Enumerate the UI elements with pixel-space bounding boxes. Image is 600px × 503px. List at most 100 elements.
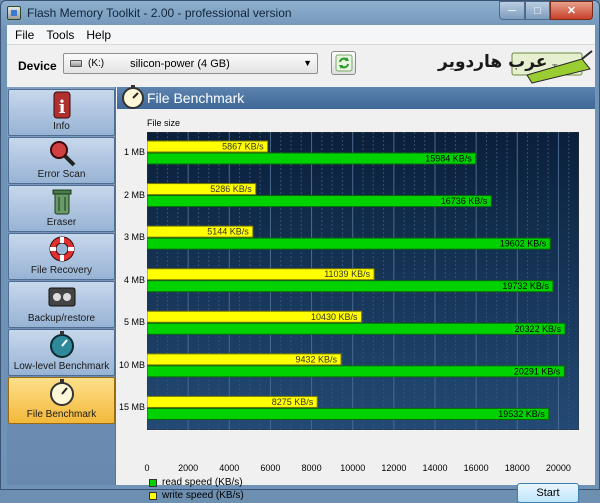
x-tick-label: 12000: [381, 463, 407, 473]
tape-icon: [48, 287, 75, 307]
sidebar-item-low-level-benchmark[interactable]: Low-level Benchmark: [8, 329, 115, 376]
legend-item: read speed (KB/s): [149, 476, 244, 489]
device-drive-letter: (K:): [88, 58, 105, 69]
bar-value-label: 10430 KB/s: [311, 312, 358, 322]
app-icon: [7, 6, 21, 20]
lifebuoy-icon: [49, 236, 74, 262]
chart-axis-title: File size: [147, 118, 181, 128]
main-panel: File Benchmark File size 1 MB 2 MB 3 MB 4 M…: [117, 85, 595, 503]
x-tick-label: 0: [144, 463, 150, 473]
title-bar[interactable]: Flash Memory Toolkit - 2.00 - profession…: [1, 1, 599, 25]
x-tick-label: 18000: [504, 463, 530, 473]
stopwatch-icon: [49, 379, 74, 406]
read-speed-bar: [146, 195, 492, 208]
menu-file[interactable]: File: [9, 28, 40, 42]
device-dropdown[interactable]: (K:) silicon-power (4 GB) ▼: [63, 53, 318, 74]
x-tick-label: 8000: [301, 463, 322, 473]
sidebar-item-file-recovery[interactable]: File Recovery: [8, 233, 115, 280]
legend-swatch-read: [149, 478, 157, 487]
sidebar-item-label: Error Scan: [37, 169, 86, 180]
logo-text: عرب هاردویر: [437, 52, 547, 72]
x-tick-label: 14000: [422, 463, 448, 473]
sidebar-item-label: File Recovery: [30, 265, 93, 276]
sidebar-item-eraser[interactable]: Eraser: [8, 185, 115, 232]
x-tick-label: 10000: [340, 463, 366, 473]
sidebar-item-label: Backup/restore: [27, 313, 96, 324]
category-label: 3 MB: [123, 232, 145, 243]
read-speed-bar: [146, 365, 565, 378]
bar-value-label: 19602 KB/s: [500, 239, 547, 249]
refresh-icon: [335, 54, 352, 72]
bar-value-label: 20291 KB/s: [514, 366, 561, 376]
bar-value-label: 5144 KB/s: [207, 227, 249, 237]
panel-header: File Benchmark: [117, 85, 595, 109]
refresh-button[interactable]: [331, 51, 356, 75]
app-window: Flash Memory Toolkit - 2.00 - profession…: [0, 0, 600, 503]
read-speed-bar: [146, 237, 551, 250]
close-button[interactable]: ✕: [550, 1, 593, 20]
category-label: 5 MB: [123, 317, 145, 328]
category-label: 15 MB: [118, 402, 145, 413]
bar-value-label: 8275 KB/s: [272, 397, 314, 407]
legend-item: write speed (KB/s): [149, 489, 244, 502]
legend-label: write speed (KB/s): [162, 490, 244, 501]
category-label: 4 MB: [123, 274, 145, 285]
bar-value-label: 5867 KB/s: [222, 142, 264, 152]
legend-label: read speed (KB/s): [162, 477, 243, 488]
chevron-down-icon: ▼: [303, 58, 312, 68]
maximize-button[interactable]: □: [525, 1, 550, 20]
drive-icon: [70, 60, 82, 67]
category-label: 2 MB: [123, 189, 145, 200]
bar-value-label: 11039 KB/s: [324, 269, 370, 279]
x-tick-label: 16000: [463, 463, 489, 473]
sidebar-item-error-scan[interactable]: Error Scan: [8, 137, 115, 184]
device-bar: Device (K:) silicon-power (4 GB) ▼ Toolk…: [7, 45, 595, 87]
start-button[interactable]: Start: [517, 483, 579, 503]
read-speed-bar: [146, 407, 550, 420]
sidebar-item-label: Eraser: [46, 217, 77, 228]
window-controls: ─ □ ✕: [499, 1, 593, 20]
svg-text:i: i: [58, 97, 65, 118]
bar-value-label: 19532 KB/s: [498, 409, 545, 419]
stopwatch-icon: [122, 85, 144, 109]
x-tick-label: 20000: [545, 463, 571, 473]
bar-value-label: 9432 KB/s: [295, 354, 337, 364]
sidebar-item-label: Info: [53, 121, 70, 132]
bar-value-label: 16736 KB/s: [441, 196, 488, 206]
read-speed-bar: [146, 280, 554, 293]
category-label: 10 MB: [118, 359, 145, 370]
bar-value-label: 19732 KB/s: [502, 281, 549, 291]
legend-swatch-write: [149, 491, 157, 500]
sidebar-item-label: Low-level Benchmark: [13, 361, 110, 372]
category-label: 1 MB: [123, 147, 145, 157]
sidebar-item-backup-restore[interactable]: Backup/restore: [8, 281, 115, 328]
menu-tools[interactable]: Tools: [40, 28, 80, 42]
arabhardware-logo: Toolkit عرب هاردویر: [437, 50, 593, 84]
benchmark-chart: 5867 KB/s 15984 KB/s 5286 KB/s 16736 KB/s 51…: [146, 131, 580, 431]
bar-value-label: 15984 KB/s: [425, 154, 472, 164]
minimize-button[interactable]: ─: [499, 1, 525, 20]
x-tick-label: 4000: [219, 463, 240, 473]
menu-bar: File Tools Help: [7, 25, 595, 45]
x-tick-label: 6000: [260, 463, 281, 473]
sidebar-item-file-benchmark[interactable]: File Benchmark: [8, 377, 115, 424]
client-area: File Tools Help Device (K:) silicon-powe…: [7, 25, 595, 503]
trash-icon: [52, 189, 71, 215]
sidebar: i Info Error Scan Eraser File Recovery B…: [7, 87, 116, 485]
stopwatch-icon: [49, 331, 74, 358]
page-title: File Benchmark: [147, 90, 245, 106]
chart-svg: 5867 KB/s 15984 KB/s 5286 KB/s 16736 KB/s 51…: [146, 131, 580, 431]
sidebar-item-label: File Benchmark: [26, 409, 97, 420]
device-label: Device: [18, 59, 57, 73]
menu-help[interactable]: Help: [80, 28, 117, 42]
chart-legend: read speed (KB/s) write speed (KB/s): [149, 476, 244, 502]
device-name: silicon-power (4 GB): [130, 57, 230, 70]
x-tick-label: 2000: [178, 463, 199, 473]
window-title: Flash Memory Toolkit - 2.00 - profession…: [27, 6, 292, 20]
bar-value-label: 20322 KB/s: [515, 324, 562, 334]
sidebar-item-info[interactable]: i Info: [8, 89, 115, 136]
read-speed-bar: [146, 322, 566, 335]
bar-value-label: 5286 KB/s: [210, 184, 252, 194]
info-icon: i: [53, 91, 70, 119]
magnifier-icon: [49, 141, 75, 167]
